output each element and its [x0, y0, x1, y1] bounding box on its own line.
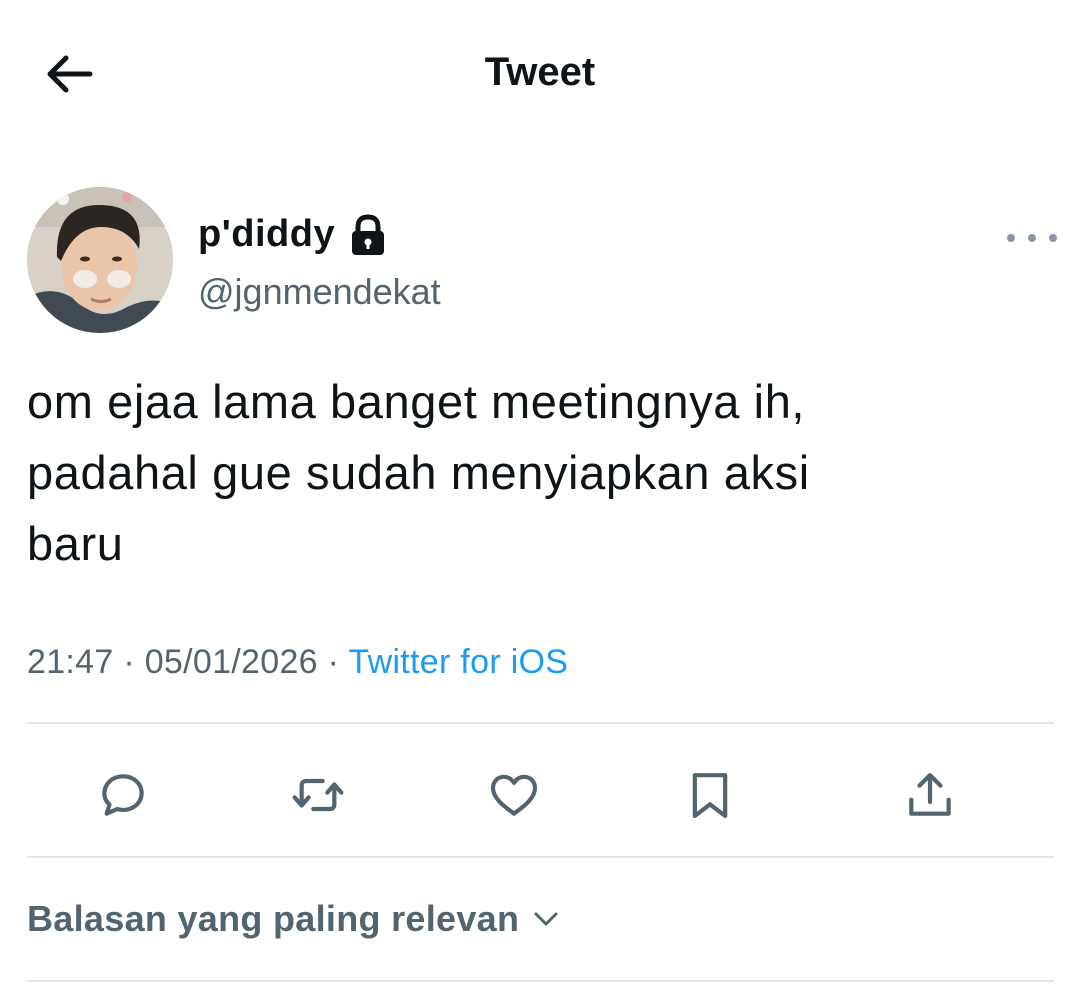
tweet-text-line: om ejaa lama banget meetingnya ih,	[27, 375, 806, 428]
share-button[interactable]	[898, 763, 962, 827]
top-bar: Tweet	[0, 0, 1080, 150]
bookmark-icon	[692, 773, 728, 819]
divider	[27, 722, 1054, 724]
divider	[27, 980, 1054, 982]
tweet-text-line: padahal gue sudah menyiapkan aksi	[27, 446, 810, 499]
more-horizontal-icon	[1007, 234, 1015, 242]
reply-button[interactable]	[91, 763, 155, 827]
replies-sort-label: Balasan yang paling relevan	[27, 898, 520, 939]
tweet-date: 05/01/2026	[144, 643, 318, 681]
name-row: p'diddy	[198, 213, 387, 256]
bookmark-button[interactable]	[678, 763, 742, 827]
tweet-text: om ejaa lama banget meetingnya ih, padah…	[27, 366, 1047, 579]
reply-icon	[102, 774, 144, 816]
more-options-button[interactable]	[1007, 225, 1057, 251]
like-button[interactable]	[482, 763, 546, 827]
tweet-time: 21:47	[27, 643, 114, 681]
tweet-author: p'diddy @jgnmendekat	[27, 187, 1067, 337]
lock-icon	[349, 213, 387, 256]
retweet-button[interactable]	[286, 763, 350, 827]
display-name[interactable]: p'diddy	[198, 213, 335, 256]
avatar-image	[27, 187, 173, 333]
meta-separator: ·	[123, 643, 135, 681]
page-title: Tweet	[484, 50, 596, 94]
tweet-source-link[interactable]: Twitter for iOS	[348, 643, 568, 681]
retweet-icon	[292, 778, 344, 812]
avatar[interactable]	[27, 187, 173, 333]
replies-sort-toggle[interactable]: Balasan yang paling relevan	[27, 898, 561, 940]
share-icon	[909, 773, 951, 816]
more-horizontal-icon	[1049, 234, 1057, 242]
divider	[27, 856, 1054, 858]
tweet-text-line: baru	[27, 517, 124, 570]
more-horizontal-icon	[1028, 234, 1036, 242]
tweet-actions	[0, 745, 1080, 840]
heart-icon	[490, 774, 538, 816]
meta-separator: ·	[327, 643, 340, 681]
chevron-down-icon	[534, 912, 558, 926]
user-handle[interactable]: @jgnmendekat	[198, 271, 441, 313]
tweet-meta: 21:47 · 05/01/2026 · Twitter for iOS	[27, 643, 568, 682]
